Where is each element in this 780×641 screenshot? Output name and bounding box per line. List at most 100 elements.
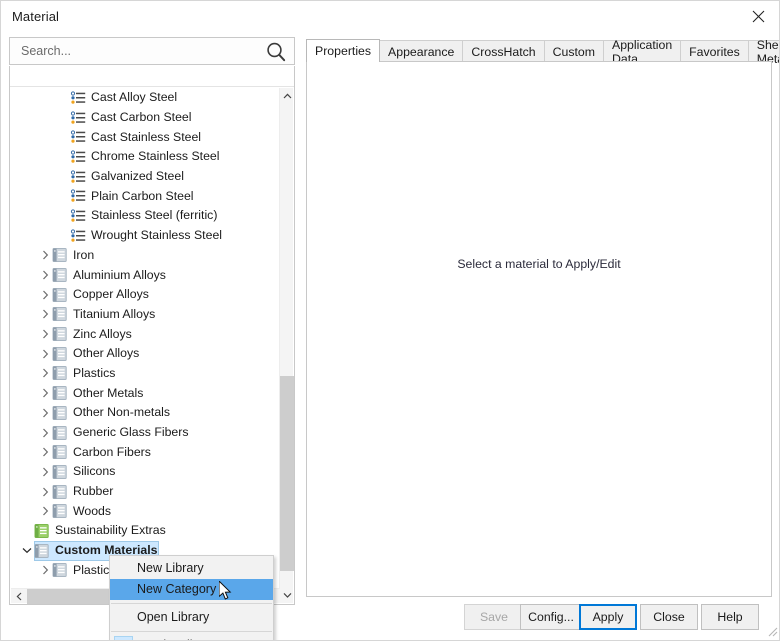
tree-item-titanium-alloys[interactable]: Titanium Alloys <box>10 305 280 325</box>
folder-icon <box>52 444 68 460</box>
tab-crosshatch[interactable]: CrossHatch <box>462 40 545 62</box>
tab-label: Appearance <box>388 44 455 59</box>
tree-item-generic-glass-fibers[interactable]: Generic Glass Fibers <box>10 423 280 443</box>
chevron-right-icon[interactable] <box>38 364 52 383</box>
tree-item-label: Chrome Stainless Steel <box>91 149 220 164</box>
tree-vertical-scroll-thumb[interactable] <box>280 376 294 571</box>
help-button[interactable]: Help <box>701 604 759 630</box>
tree-item-cast-stainless-steel[interactable]: Cast Stainless Steel <box>10 127 280 147</box>
material-list-icon <box>70 129 86 145</box>
twisty-placeholder <box>56 167 70 186</box>
tree-item-label: Other Alloys <box>73 346 140 361</box>
tab-application-data[interactable]: Application Data <box>603 38 682 66</box>
material-dialog: Material Cast Alloy Steel Cast Carbon Ste… <box>0 0 780 641</box>
title-bar: Material <box>1 1 779 33</box>
chevron-right-icon[interactable] <box>38 403 52 422</box>
tab-label: Properties <box>315 44 372 58</box>
menu-item-sort-by-library[interactable]: Sort by Library <box>110 635 273 640</box>
chevron-right-icon[interactable] <box>38 305 52 324</box>
tree-item-carbon-fibers[interactable]: Carbon Fibers <box>10 442 280 462</box>
tree-item-copper-alloys[interactable]: Copper Alloys <box>10 285 280 305</box>
tree-item-label: Generic Glass Fibers <box>73 425 189 440</box>
chevron-right-icon[interactable] <box>38 246 52 265</box>
tree-item-sustainability-extras[interactable]: Sustainability Extras <box>10 521 280 541</box>
chevron-right-icon[interactable] <box>38 482 52 501</box>
menu-item-new-library[interactable]: New Library <box>110 558 273 579</box>
twisty-placeholder <box>20 521 34 540</box>
empty-state-message: Select a material to Apply/Edit <box>457 257 621 271</box>
chevron-right-icon[interactable] <box>38 423 52 442</box>
tree-item-galvanized-steel[interactable]: Galvanized Steel <box>10 167 280 187</box>
tab-sheet-metal[interactable]: Sheet Metal <box>747 38 779 66</box>
material-list-icon <box>70 149 86 165</box>
tab-label: Favorites <box>689 44 740 59</box>
window-title: Material <box>12 9 60 24</box>
close-button[interactable] <box>736 1 779 32</box>
folder-icon <box>52 365 68 381</box>
tree-item-plain-carbon-steel[interactable]: Plain Carbon Steel <box>10 186 280 206</box>
twisty-placeholder <box>56 108 70 127</box>
tree-item-other-metals[interactable]: Other Metals <box>10 383 280 403</box>
chevron-right-icon[interactable] <box>38 325 52 344</box>
chevron-down-icon[interactable] <box>20 541 34 560</box>
tree-item-silicons[interactable]: Silicons <box>10 462 280 482</box>
material-list-icon <box>70 208 86 224</box>
tree-item-label: Titanium Alloys <box>73 306 156 321</box>
folder-icon <box>52 503 68 519</box>
tree-item-label: Wrought Stainless Steel <box>91 228 223 243</box>
tab-custom[interactable]: Custom <box>543 40 604 62</box>
tab-content-properties: Select a material to Apply/Edit <box>306 61 772 597</box>
twisty-placeholder <box>56 128 70 147</box>
tree-item-other-non-metals[interactable]: Other Non-metals <box>10 403 280 423</box>
tree-item-wrought-stainless-steel[interactable]: Wrought Stainless Steel <box>10 226 280 246</box>
close-dialog-button[interactable]: Close <box>640 604 698 630</box>
tree-item-label: Carbon Fibers <box>73 444 151 459</box>
tab-appearance[interactable]: Appearance <box>379 40 464 62</box>
tree-item-stainless-steel-ferritic[interactable]: Stainless Steel (ferritic) <box>10 206 280 226</box>
tree-item-woods[interactable]: Woods <box>10 501 280 521</box>
search-icon[interactable] <box>265 41 287 63</box>
chevron-right-icon[interactable] <box>38 285 52 304</box>
tree-item-zinc-alloys[interactable]: Zinc Alloys <box>10 324 280 344</box>
tree-item-iron[interactable]: Iron <box>10 246 280 266</box>
folder-icon <box>52 267 68 283</box>
tree-item-aluminium-alloys[interactable]: Aluminium Alloys <box>10 265 280 285</box>
resize-grip-icon[interactable] <box>766 625 778 637</box>
tree-item-label: Other Metals <box>73 385 144 400</box>
tab-favorites[interactable]: Favorites <box>680 40 749 62</box>
chevron-right-icon[interactable] <box>38 502 52 521</box>
config-button[interactable]: Config... <box>520 604 582 630</box>
tree-item-cast-carbon-steel[interactable]: Cast Carbon Steel <box>10 108 280 128</box>
tree-item-cast-alloy-steel[interactable]: Cast Alloy Steel <box>10 88 280 108</box>
chevron-right-icon[interactable] <box>38 443 52 462</box>
chevron-right-icon[interactable] <box>38 344 52 363</box>
tree-item-plastics[interactable]: Plastics <box>10 364 280 384</box>
search-box[interactable] <box>9 37 295 65</box>
menu-separator <box>111 631 272 632</box>
tree-item-chrome-stainless-steel[interactable]: Chrome Stainless Steel <box>10 147 280 167</box>
chevron-right-icon[interactable] <box>38 561 52 580</box>
folder-icon <box>52 385 68 401</box>
save-button[interactable]: Save <box>464 604 524 630</box>
menu-item-open-library[interactable]: Open Library <box>110 607 273 628</box>
chevron-right-icon[interactable] <box>38 266 52 285</box>
tab-properties[interactable]: Properties <box>306 39 381 62</box>
material-tree[interactable]: Cast Alloy Steel Cast Carbon Steel Cast St… <box>10 88 280 581</box>
chevron-right-icon[interactable] <box>38 462 52 481</box>
tree-item-rubber[interactable]: Rubber <box>10 482 280 502</box>
tree-item-label: Aluminium Alloys <box>73 267 166 282</box>
material-list-icon <box>70 90 86 106</box>
search-input[interactable] <box>19 40 259 62</box>
chevron-right-icon[interactable] <box>38 384 52 403</box>
tree-item-label: Woods <box>73 503 112 518</box>
tree-item-other-alloys[interactable]: Other Alloys <box>10 344 280 364</box>
apply-button[interactable]: Apply <box>579 604 637 630</box>
context-menu[interactable]: New Library New Category Open Library Sort … <box>109 555 274 640</box>
material-list-icon <box>70 228 86 244</box>
material-tree-container: Cast Alloy Steel Cast Carbon Steel Cast St… <box>9 66 295 605</box>
tree-vertical-scrollbar[interactable] <box>279 88 294 603</box>
tab-strip: Properties Appearance CrossHatch Custom Appl… <box>306 38 779 66</box>
menu-item-new-category[interactable]: New Category <box>110 579 273 600</box>
scroll-up-arrow[interactable] <box>280 88 294 104</box>
tree-item-label: Cast Alloy Steel <box>91 90 178 105</box>
